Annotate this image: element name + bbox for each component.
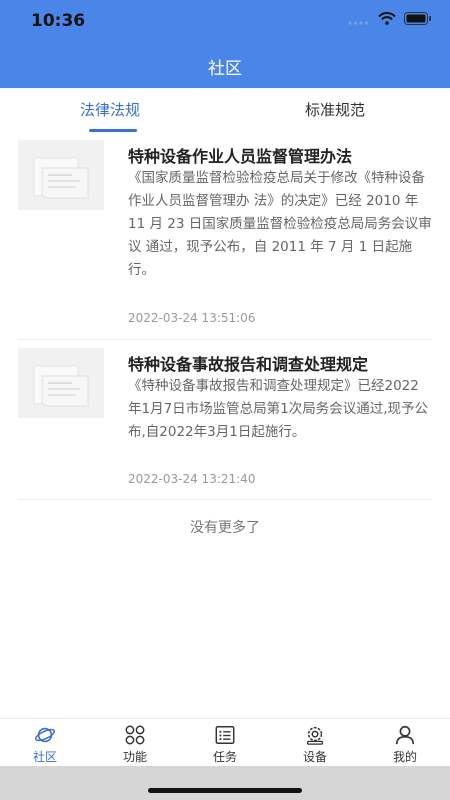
status-time: 10:36 [31,11,86,31]
article-thumbnail [18,348,104,418]
page-title: 社区 [208,59,242,79]
signal-icon [348,20,369,25]
user-icon [395,725,415,745]
device-gear-icon [307,726,323,745]
nav-mine[interactable]: 我的 [360,719,450,766]
nav-label: 社区 [32,750,57,764]
tab-bar: 法律法规 标准规范 [0,88,450,132]
tab-laws[interactable]: 法律法规 [80,99,140,120]
top-bar: 10:36 社区 [0,0,450,88]
tab-standards[interactable]: 标准规范 [305,99,365,120]
task-list-icon [215,726,235,744]
battery-icon [404,12,431,25]
status-icons [348,12,432,25]
home-indicator-area [0,766,450,800]
nav-label: 功能 [122,750,147,764]
grid-icon [125,725,145,745]
article-title: 特种设备事故报告和调查处理规定 [128,355,369,374]
nav-devices[interactable]: 设备 [270,719,360,766]
article-item[interactable]: 特种设备作业人员监督管理办法 《国家质量监督检验检疫总局关于修改《特种设备作业人… [18,140,432,340]
nav-label: 任务 [212,750,237,764]
bottom-nav: 社区 功能 任务 设备 我的 [0,718,450,766]
active-tab-indicator [89,129,137,132]
document-placeholder-icon [33,365,89,407]
article-date: 2022-03-24 13:51:06 [128,311,256,325]
planet-icon [34,727,56,743]
list-end-text: 没有更多了 [190,520,260,536]
nav-tasks[interactable]: 任务 [180,719,270,766]
article-summary: 《国家质量监督检验检疫总局关于修改《特种设备作业人员监督管理办 法》的决定》已经… [128,170,432,278]
wifi-icon [378,12,396,25]
nav-functions[interactable]: 功能 [90,719,180,766]
home-indicator[interactable] [148,788,302,793]
nav-label: 我的 [392,750,417,764]
document-placeholder-icon [33,157,89,199]
article-summary: 《特种设备事故报告和调查处理规定》已经2022年1月7日市场监管总局第1次局务会… [128,378,429,440]
article-item[interactable]: 特种设备事故报告和调查处理规定 《特种设备事故报告和调查处理规定》已经2022年… [18,348,432,500]
article-thumbnail [18,140,104,210]
article-title: 特种设备作业人员监督管理办法 [128,147,353,166]
article-date: 2022-03-24 13:21:40 [128,472,256,486]
nav-label: 设备 [302,750,327,764]
nav-community[interactable]: 社区 [0,719,90,766]
